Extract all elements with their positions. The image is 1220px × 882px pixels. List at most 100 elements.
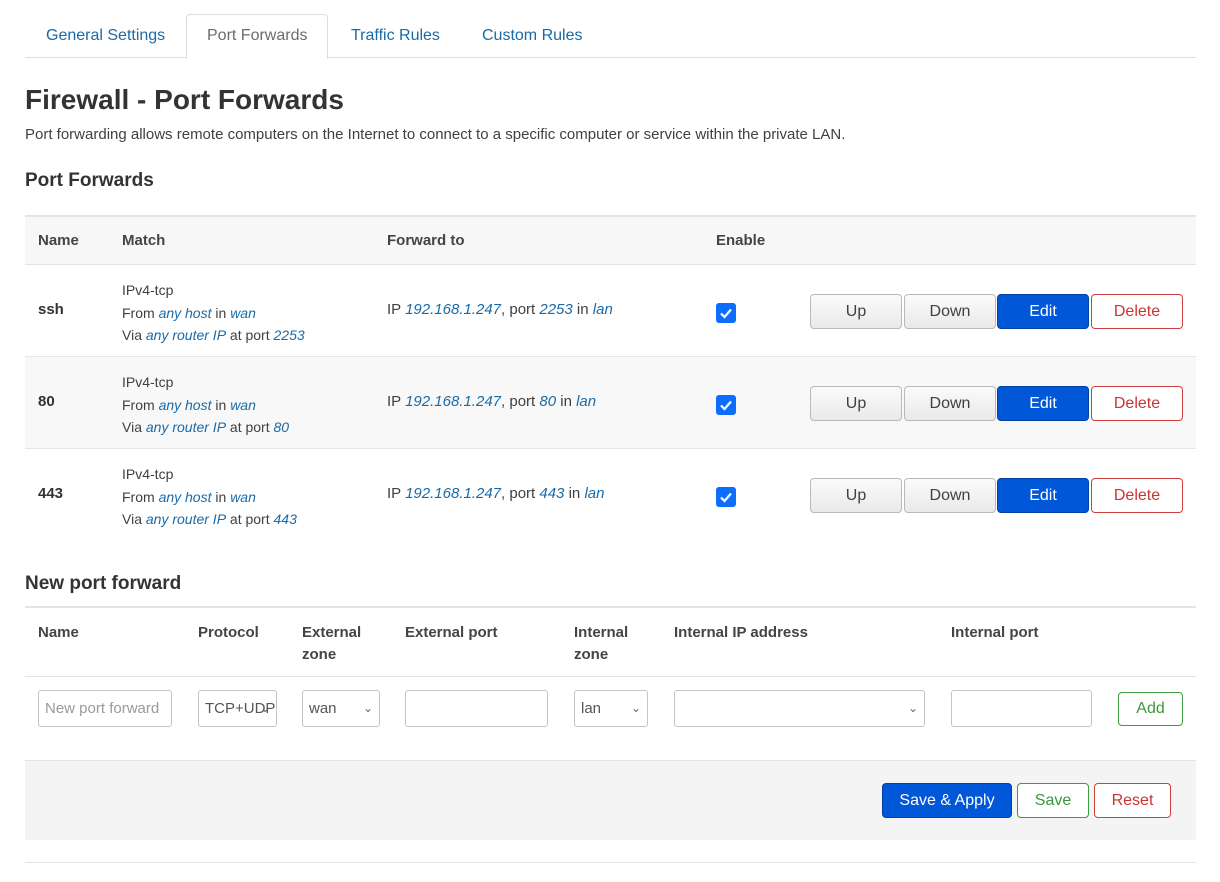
label-from: From xyxy=(122,396,155,413)
rule-proto: IPv4-tcp xyxy=(122,374,174,390)
from-host: any host xyxy=(158,396,212,413)
label-in: in xyxy=(215,304,227,321)
action-bar: Save & Apply Save Reset xyxy=(25,760,1196,840)
header-forward-to: Forward to xyxy=(387,232,465,249)
internal-ip-select[interactable]: ⌄ xyxy=(674,690,925,727)
label-via: Via xyxy=(122,419,142,435)
header-external-zone: External zone xyxy=(302,624,362,663)
edit-button[interactable]: Edit xyxy=(997,294,1089,329)
label-ip: IP xyxy=(387,301,401,318)
internal-port-input[interactable] xyxy=(951,690,1092,727)
tab-custom-rules[interactable]: Custom Rules xyxy=(461,14,603,59)
label-ip: IP xyxy=(387,393,401,410)
table-row: 80 IPv4-tcp From any host in wan Via any… xyxy=(25,357,1196,449)
header-protocol: Protocol xyxy=(198,624,259,641)
table-row: ssh IPv4-tcp From any host in wan Via an… xyxy=(25,265,1196,357)
name-input[interactable]: New port forward xyxy=(38,690,172,727)
add-button[interactable]: Add xyxy=(1118,692,1183,726)
internal-zone-select[interactable]: lan ⌄ xyxy=(574,690,648,727)
from-zone: wan xyxy=(230,396,256,413)
label-via: Via xyxy=(122,511,142,527)
new-forward-header: Name Protocol External zone External por… xyxy=(25,608,1196,677)
header-enable: Enable xyxy=(716,232,766,249)
rule-name: 80 xyxy=(38,393,55,410)
delete-button[interactable]: Delete xyxy=(1091,386,1183,421)
save-button[interactable]: Save xyxy=(1017,783,1089,818)
label-at-port: at port xyxy=(229,419,270,435)
from-host: any host xyxy=(158,488,212,505)
header-internal-ip: Internal IP address xyxy=(674,624,808,641)
move-down-button[interactable]: Down xyxy=(904,478,996,513)
tab-bar: General Settings Port Forwards Traffic R… xyxy=(25,0,1196,59)
checkmark-icon xyxy=(720,492,732,503)
dest-zone: lan xyxy=(576,393,597,410)
label-in: in xyxy=(576,301,589,318)
table-row: 443 IPv4-tcp From any host in wan Via an… xyxy=(25,449,1196,541)
label-from: From xyxy=(122,488,155,505)
page-description: Port forwarding allows remote computers … xyxy=(25,126,846,143)
enable-checkbox[interactable] xyxy=(716,487,736,507)
chevron-down-icon: ⌄ xyxy=(630,701,641,715)
chevron-down-icon: ⌄ xyxy=(907,701,918,715)
chevron-down-icon: ⌄ xyxy=(362,701,373,715)
dest-port: 2253 xyxy=(539,301,573,318)
protocol-select[interactable]: TCP+UDP ⌄ xyxy=(198,690,277,727)
label-at-port: at port xyxy=(229,511,270,527)
dest-zone: lan xyxy=(584,485,605,502)
delete-button[interactable]: Delete xyxy=(1091,478,1183,513)
checkmark-icon xyxy=(720,308,732,319)
move-up-button[interactable]: Up xyxy=(810,478,902,513)
port-forward-table: Name Match Forward to Enable ssh IPv4-tc… xyxy=(25,215,1196,541)
label-port: , port xyxy=(501,485,536,502)
label-via: Via xyxy=(122,327,142,343)
rule-match: IPv4-tcp From any host in wan Via any ro… xyxy=(122,371,289,439)
rule-forward: IP 192.168.1.247, port 443 in lan xyxy=(387,485,604,502)
page-title: Firewall - Port Forwards xyxy=(25,84,344,115)
divider xyxy=(25,862,1196,863)
dest-zone: lan xyxy=(592,301,613,318)
new-forward-inputs: New port forward TCP+UDP ⌄ wan ⌄ lan ⌄ ⌄ Ad… xyxy=(25,677,1196,761)
save-apply-button[interactable]: Save & Apply xyxy=(882,783,1012,818)
header-match: Match xyxy=(122,232,166,249)
header-internal-port: Internal port xyxy=(951,624,1039,641)
table-header: Name Match Forward to Enable xyxy=(25,217,1196,265)
via-router: any router IP xyxy=(145,327,227,343)
rule-proto: IPv4-tcp xyxy=(122,282,174,298)
label-port: , port xyxy=(501,301,536,318)
from-host: any host xyxy=(158,304,212,321)
dest-port: 80 xyxy=(539,393,557,410)
move-up-button[interactable]: Up xyxy=(810,294,902,329)
tab-general-settings[interactable]: General Settings xyxy=(25,14,186,59)
edit-button[interactable]: Edit xyxy=(997,478,1089,513)
move-down-button[interactable]: Down xyxy=(904,294,996,329)
external-port-input[interactable] xyxy=(405,690,548,727)
via-router: any router IP xyxy=(145,419,227,435)
new-forward-title: New port forward xyxy=(25,573,182,594)
ext-port: 2253 xyxy=(273,327,305,343)
external-zone-select[interactable]: wan ⌄ xyxy=(302,690,380,727)
label-from: From xyxy=(122,304,155,321)
enable-checkbox[interactable] xyxy=(716,303,736,323)
rule-name: 443 xyxy=(38,485,64,502)
rule-match: IPv4-tcp From any host in wan Via any ro… xyxy=(122,463,297,531)
tab-port-forwards[interactable]: Port Forwards xyxy=(186,14,329,59)
reset-button[interactable]: Reset xyxy=(1094,783,1171,818)
rule-proto: IPv4-tcp xyxy=(122,466,174,482)
header-name: Name xyxy=(38,624,79,641)
label-in: in xyxy=(568,485,581,502)
rule-forward: IP 192.168.1.247, port 80 in lan xyxy=(387,393,596,410)
delete-button[interactable]: Delete xyxy=(1091,294,1183,329)
header-internal-zone: Internal zone xyxy=(574,624,629,663)
move-down-button[interactable]: Down xyxy=(904,386,996,421)
label-in: in xyxy=(215,488,227,505)
move-up-button[interactable]: Up xyxy=(810,386,902,421)
edit-button[interactable]: Edit xyxy=(997,386,1089,421)
label-in: in xyxy=(560,393,572,410)
rule-name: ssh xyxy=(38,301,64,318)
enable-checkbox[interactable] xyxy=(716,395,736,415)
tab-traffic-rules[interactable]: Traffic Rules xyxy=(330,14,461,59)
dest-ip: 192.168.1.247 xyxy=(405,301,502,318)
dest-port: 443 xyxy=(539,485,565,502)
label-at-port: at port xyxy=(229,327,270,343)
header-name: Name xyxy=(38,232,79,249)
